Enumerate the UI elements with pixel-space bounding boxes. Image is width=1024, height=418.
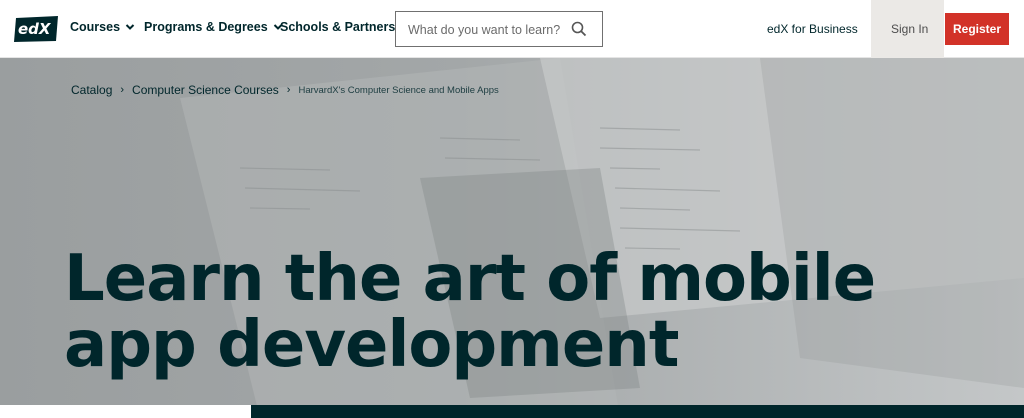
bottom-strip-light xyxy=(0,405,251,418)
site-header: edX Courses Programs & Degrees Schools &… xyxy=(0,0,1024,58)
edx-logo[interactable]: edX xyxy=(12,14,60,44)
logo-text: edX xyxy=(18,20,52,38)
register-button[interactable]: Register xyxy=(945,13,1009,45)
nav-programs-degrees[interactable]: Programs & Degrees xyxy=(144,20,283,34)
search-icon[interactable] xyxy=(570,20,588,38)
breadcrumb-separator: › xyxy=(120,84,125,96)
nav-programs-label: Programs & Degrees xyxy=(144,20,268,34)
search-box xyxy=(395,11,603,47)
edx-for-business-link[interactable]: edX for Business xyxy=(767,22,858,36)
nav-schools-label: Schools & Partners xyxy=(280,20,396,34)
hero-banner: Catalog › Computer Science Courses › Har… xyxy=(0,58,1024,418)
breadcrumb-current: HarvardX's Computer Science and Mobile A… xyxy=(298,84,499,96)
nav-courses[interactable]: Courses xyxy=(70,20,135,34)
search-input[interactable] xyxy=(408,21,568,39)
breadcrumb-computer-science[interactable]: Computer Science Courses xyxy=(132,83,279,97)
sign-in-button[interactable]: Sign In xyxy=(891,22,928,36)
breadcrumb-separator: › xyxy=(286,84,291,96)
sign-in-area: Sign In xyxy=(871,0,944,58)
page-title: Learn the art of mobile app development xyxy=(64,242,876,382)
chevron-down-icon xyxy=(125,24,135,30)
bottom-strip-dark xyxy=(251,405,1024,418)
breadcrumb: Catalog › Computer Science Courses › Har… xyxy=(71,83,499,97)
nav-courses-label: Courses xyxy=(70,20,121,34)
page-title-line-1: Learn the art of mobile xyxy=(64,242,876,316)
breadcrumb-catalog[interactable]: Catalog xyxy=(71,83,112,97)
page-title-line-2: app development xyxy=(64,308,679,382)
nav-schools-partners[interactable]: Schools & Partners xyxy=(280,20,395,34)
